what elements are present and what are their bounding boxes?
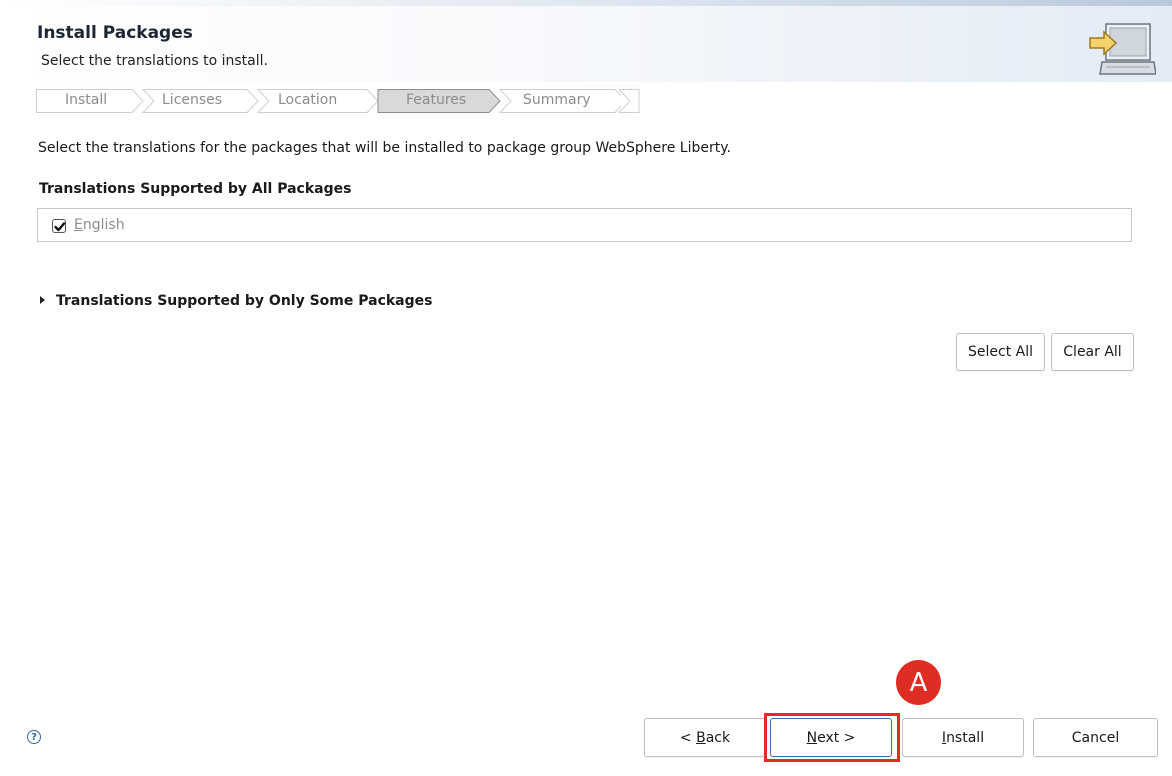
instructions-text: Select the translations for the packages… — [38, 140, 731, 156]
install-button[interactable]: Install — [902, 718, 1024, 757]
step-end-cap — [619, 89, 641, 113]
step-label: Licenses — [162, 92, 223, 108]
section-title-all-packages: Translations Supported by All Packages — [39, 181, 352, 197]
expand-arrow-icon[interactable] — [40, 296, 45, 304]
step-features-current: Features — [376, 89, 506, 113]
translations-list: English — [37, 208, 1132, 242]
help-icon[interactable]: ? — [27, 730, 41, 744]
english-checkbox[interactable] — [52, 219, 66, 233]
step-licenses: Licenses — [132, 89, 262, 113]
next-button[interactable]: Next > — [770, 718, 892, 757]
checkmark-icon — [54, 222, 66, 232]
select-all-button[interactable]: Select All — [956, 333, 1045, 371]
step-location: Location — [247, 89, 379, 113]
section-title-some-packages[interactable]: Translations Supported by Only Some Pack… — [56, 293, 432, 309]
wizard-header: Install Packages Select the translations… — [0, 0, 1172, 82]
step-install: Install — [36, 89, 146, 113]
back-button[interactable]: < Back — [644, 718, 766, 757]
step-label: Summary — [523, 92, 591, 108]
clear-all-button[interactable]: Clear All — [1051, 333, 1134, 371]
cancel-button[interactable]: Cancel — [1033, 718, 1158, 757]
install-wizard-computer-arrow-icon — [1089, 23, 1156, 75]
annotation-marker: A — [896, 660, 941, 705]
step-label: Location — [278, 92, 338, 108]
page-subtitle: Select the translations to install. — [41, 53, 268, 69]
page-title: Install Packages — [37, 23, 193, 43]
step-summary: Summary — [489, 89, 621, 113]
step-label: Features — [406, 92, 467, 108]
english-label[interactable]: English — [74, 217, 125, 233]
step-label: Install — [65, 92, 108, 108]
